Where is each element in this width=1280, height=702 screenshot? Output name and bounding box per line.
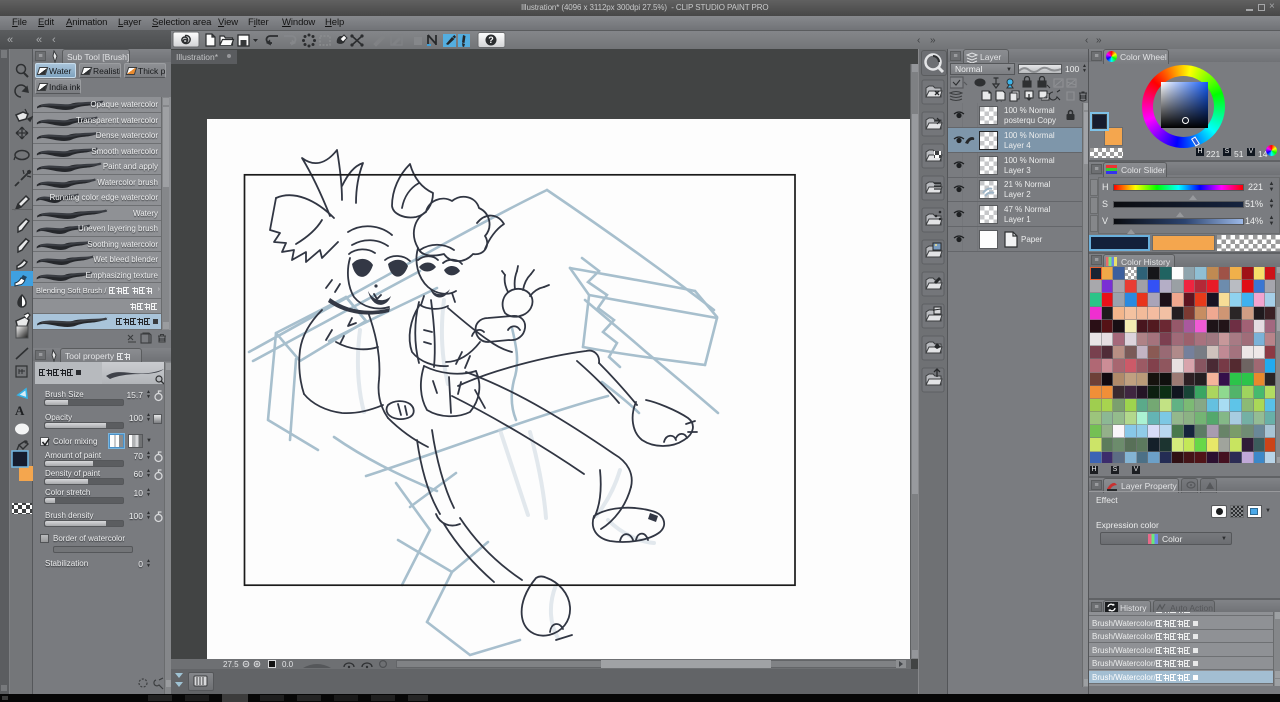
- svg-text:‹: ‹: [917, 35, 920, 46]
- svg-text:A: A: [15, 403, 25, 418]
- svg-text:?: ?: [488, 35, 494, 45]
- svg-text:»: »: [1096, 35, 1102, 46]
- svg-text:‹: ‹: [1085, 35, 1088, 46]
- svg-text:»: »: [930, 35, 936, 46]
